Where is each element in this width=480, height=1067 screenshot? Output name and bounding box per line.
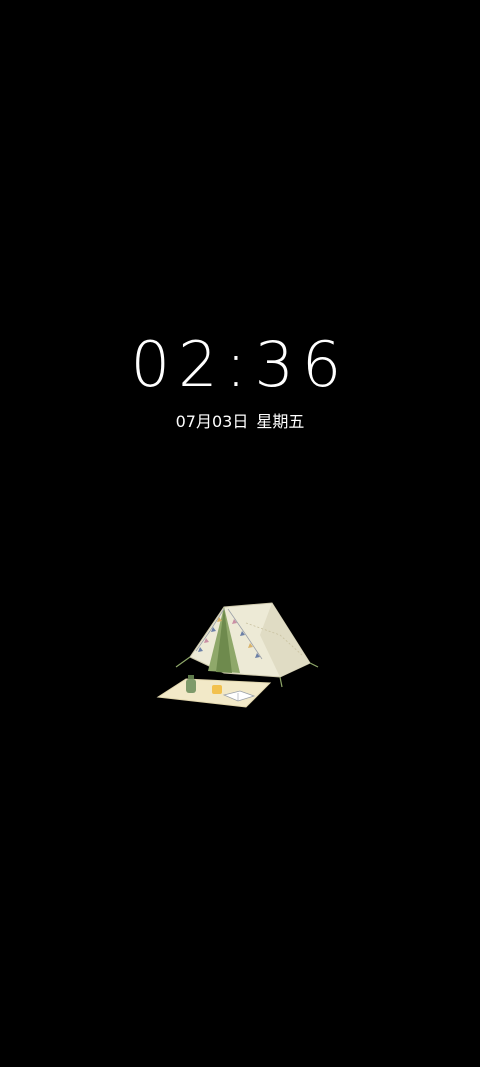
weekday-text: 星期五	[256, 412, 305, 431]
lantern	[186, 679, 196, 693]
lock-screen: 02:36 07月03日 星期五	[0, 0, 480, 1067]
date-row: 07月03日 星期五	[0, 410, 480, 434]
cup	[212, 685, 222, 694]
clock-time: 02:36	[130, 328, 350, 401]
camping-tent-illustration	[156, 602, 319, 708]
date-text: 07月03日	[175, 412, 249, 431]
